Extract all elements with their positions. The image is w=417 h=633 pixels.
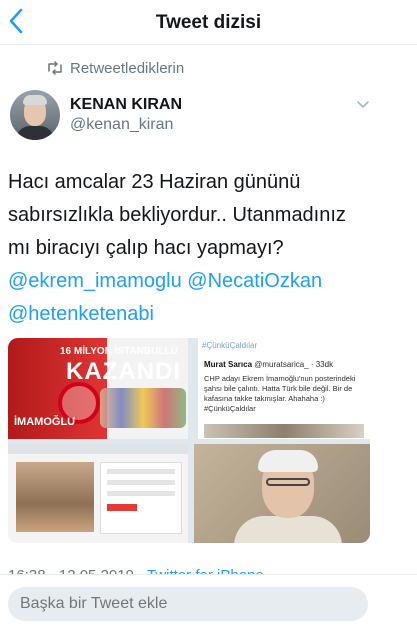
- navigation-bar: Tweet dizisi: [0, 0, 417, 45]
- tweet-line: mı biracıyı çalıp hacı yapmayı?: [8, 237, 284, 259]
- media-image-portrait[interactable]: [194, 444, 370, 543]
- author-handle[interactable]: @kenan_kiran: [70, 116, 173, 134]
- mention-link[interactable]: @ekrem_imamoglu: [8, 270, 182, 292]
- avatar[interactable]: [10, 90, 60, 140]
- reply-bar: [0, 574, 417, 633]
- author-name[interactable]: KENAN KIRAN: [70, 96, 182, 114]
- image-text: #ÇünküÇaldılar: [202, 341, 258, 350]
- image-text: @muratsarica_ · 33dk: [254, 360, 334, 369]
- media-image-tweet-screenshot[interactable]: #ÇünküÇaldılar Murat Sarıca @muratsarica…: [198, 338, 370, 439]
- media-image-stock-page[interactable]: [8, 444, 188, 543]
- page-title: Tweet dizisi: [155, 12, 262, 33]
- retweet-icon: [48, 61, 62, 75]
- image-text: KAZANDI: [66, 358, 181, 385]
- chevron-down-icon[interactable]: [356, 98, 370, 112]
- retweet-label: Retweetlediklerin: [70, 59, 185, 77]
- tweet-text: Hacı amcalar 23 Haziran gününü sabırsızl…: [8, 166, 408, 331]
- image-text: İMAMOĞLU: [14, 416, 76, 428]
- image-text: 16 MİLYON İSTANBULLU: [60, 346, 178, 357]
- media-grid: 16 MİLYON İSTANBULLU KAZANDI İMAMOĞLU #Ç…: [8, 338, 370, 543]
- reply-input[interactable]: [8, 587, 368, 621]
- retweet-context: Retweetlediklerin: [46, 58, 184, 78]
- mention-link[interactable]: @hetenketenabi: [8, 303, 154, 325]
- media-image-campaign[interactable]: 16 MİLYON İSTANBULLU KAZANDI İMAMOĞLU: [8, 338, 188, 439]
- tweet-line: Hacı amcalar 23 Haziran gününü: [8, 171, 301, 193]
- mention-link[interactable]: @NecatiOzkan: [187, 270, 322, 292]
- tweet-line: sabırsızlıkla bekliyordur.. Utanmadınız: [8, 204, 346, 226]
- image-text: Murat Sarıca: [204, 360, 253, 369]
- image-text: CHP adayı Ekrem İmamoğlu'nun posterindek…: [204, 374, 356, 413]
